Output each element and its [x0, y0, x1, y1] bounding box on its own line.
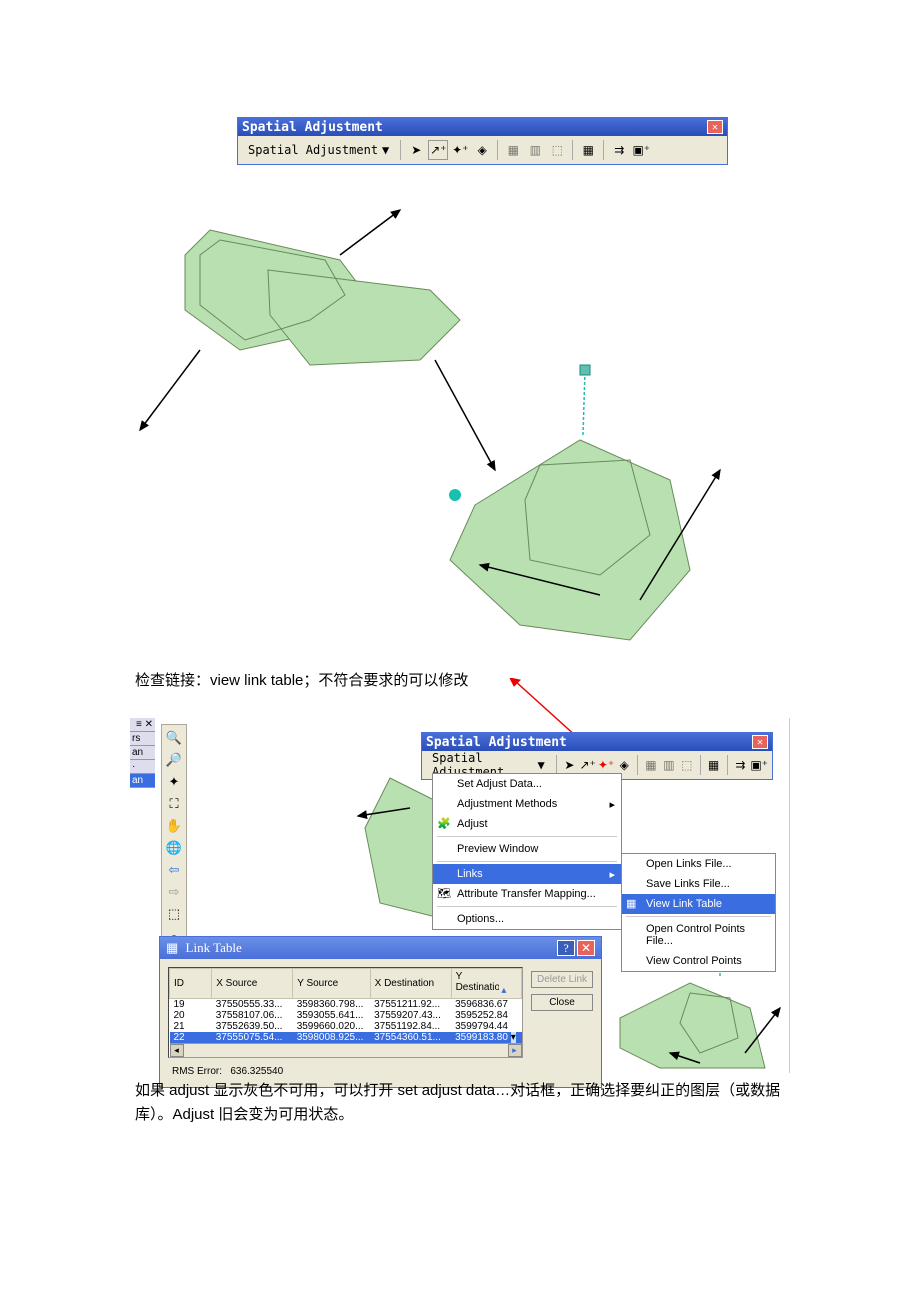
table-row[interactable]: 2137552639.50...3599660.020...37551192.8…: [170, 1021, 522, 1032]
paragraph-1: 检查链接：view link table；不符合要求的可以修改: [135, 669, 775, 693]
rms-error-label: RMS Error: 636.325540: [168, 1064, 593, 1079]
table-icon: ▦: [626, 897, 636, 910]
adjust-icon: 🧩: [437, 817, 451, 830]
attribute-map-icon[interactable]: ▣⁺: [631, 140, 651, 160]
close-icon[interactable]: ✕: [577, 940, 595, 956]
link-table-icon: ▦: [166, 940, 178, 955]
toolbar-title: Spatial Adjustment: [242, 120, 383, 135]
submenu-view-link-table[interactable]: ▦ View Link Table: [622, 894, 775, 914]
screenshot-viewlinktable: ≡ ✕ rs an · an 🔍 🔎 ✦ ⛶ ✋ 🌐 ⇦ ⇨ ⬚ ▫ ➤: [130, 718, 790, 1073]
close-button[interactable]: Close: [531, 994, 593, 1011]
horizontal-scrollbar[interactable]: ◂▸: [170, 1043, 522, 1057]
link-table-title: Link Table: [186, 940, 242, 955]
submenu-open-control-points[interactable]: Open Control Points File...: [622, 919, 775, 951]
menu-adjust[interactable]: 🧩 Adjust: [433, 814, 621, 834]
menu-attr-transfer-mapping[interactable]: 🗺 Attribute Transfer Mapping...: [433, 884, 621, 904]
edge-snap-icon: ▥: [525, 140, 545, 160]
zoom-out-icon[interactable]: 🔎: [164, 751, 184, 769]
pan-icon[interactable]: ✋: [164, 817, 184, 835]
spatial-adjustment-toolbar: Spatial Adjustment ✕ Spatial Adjustment …: [237, 117, 728, 165]
edge-match-icon: ▦: [643, 755, 659, 775]
fixed-zoom-in-icon[interactable]: ✦: [164, 773, 184, 791]
adjust-icon[interactable]: ⇉: [732, 755, 748, 775]
table-row[interactable]: 1937550555.33...3598360.798...37551211.9…: [170, 999, 522, 1011]
edge-match-icon: ▦: [503, 140, 523, 160]
edge-snap-icon: ▥: [661, 755, 677, 775]
menu-adjustment-methods[interactable]: Adjustment Methods ▸: [433, 794, 621, 814]
forward-icon[interactable]: ⇨: [164, 883, 184, 901]
back-icon[interactable]: ⇦: [164, 861, 184, 879]
select-tool-icon[interactable]: ➤: [406, 140, 426, 160]
link-table-icon[interactable]: ▦: [706, 755, 722, 775]
submenu-open-links-file[interactable]: Open Links File...: [622, 854, 775, 874]
delete-link-button: Delete Link: [531, 971, 593, 988]
link-table-icon[interactable]: ▦: [578, 140, 598, 160]
modify-link-tool-icon[interactable]: ✦⁺: [450, 140, 470, 160]
view-tool-strip: 🔍 🔎 ✦ ⛶ ✋ 🌐 ⇦ ⇨ ⬚ ▫ ➤: [161, 724, 187, 972]
attribute-transfer-icon: ⬚: [679, 755, 695, 775]
menu-links[interactable]: Links ▸: [433, 864, 621, 884]
table-header-row: ID X Source Y Source X Destination Y Des…: [170, 969, 522, 999]
select-features-icon[interactable]: ⬚: [164, 905, 184, 923]
submenu-save-links-file[interactable]: Save Links File...: [622, 874, 775, 894]
close-icon[interactable]: ✕: [707, 120, 723, 134]
chevron-right-icon: ▸: [609, 868, 615, 881]
submenu-view-control-points[interactable]: View Control Points: [622, 951, 775, 971]
globe-icon[interactable]: 🌐: [164, 839, 184, 857]
menu-options[interactable]: Options...: [433, 909, 621, 929]
toolbar2-title: Spatial Adjustment: [426, 735, 567, 750]
menu-set-adjust-data[interactable]: Set Adjust Data...: [433, 774, 621, 794]
table-row[interactable]: 2237555075.54...3598008.925...37554360.5…: [170, 1032, 522, 1043]
select-tool-icon[interactable]: ➤: [561, 755, 577, 775]
menu-preview-window[interactable]: Preview Window: [433, 839, 621, 859]
links-submenu: Open Links File... Save Links File... ▦ …: [621, 853, 776, 972]
close-icon[interactable]: ✕: [752, 735, 768, 749]
map-illustration-1: [130, 200, 780, 670]
paragraph-2: 如果 adjust 显示灰色不可用，可以打开 set adjust data…对…: [135, 1079, 785, 1127]
zoom-in-icon[interactable]: 🔍: [164, 729, 184, 747]
chevron-right-icon: ▸: [609, 798, 615, 811]
new-link-tool-icon[interactable]: ↗⁺: [428, 140, 448, 160]
side-panel: ≡ ✕ rs an · an: [130, 718, 155, 788]
adjust-icon[interactable]: ⇉: [609, 140, 629, 160]
toolbar-titlebar: Spatial Adjustment ✕: [238, 118, 727, 136]
full-extent-icon[interactable]: ⛶: [164, 795, 184, 813]
attribute-map-icon[interactable]: ▣⁺: [750, 755, 768, 775]
attribute-transfer-icon: ⬚: [547, 140, 567, 160]
toolbar-body: Spatial Adjustment ▼ ➤ ↗⁺ ✦⁺ ◈ ▦ ▥ ⬚ ▦ ⇉…: [238, 136, 727, 164]
map-icon: 🗺: [437, 887, 451, 900]
spatial-adjustment-dropdown: Set Adjust Data... Adjustment Methods ▸ …: [432, 773, 622, 930]
help-icon[interactable]: ?: [557, 940, 575, 956]
identity-link-icon[interactable]: ◈: [616, 755, 632, 775]
modify-link-tool-icon[interactable]: ✦⁺: [598, 755, 614, 775]
link-table-titlebar: ▦ Link Table ? ✕: [160, 937, 601, 959]
table-row[interactable]: 2037558107.06...3593055.641...37559207.4…: [170, 1010, 522, 1021]
identity-link-icon[interactable]: ◈: [472, 140, 492, 160]
link-table-grid[interactable]: ID X Source Y Source X Destination Y Des…: [168, 967, 523, 1058]
new-link-tool-icon[interactable]: ↗⁺: [579, 755, 595, 775]
spatial-adjustment-menu[interactable]: Spatial Adjustment ▼: [242, 141, 395, 159]
link-table-window: ▦ Link Table ? ✕ ID X Source: [159, 936, 602, 1088]
